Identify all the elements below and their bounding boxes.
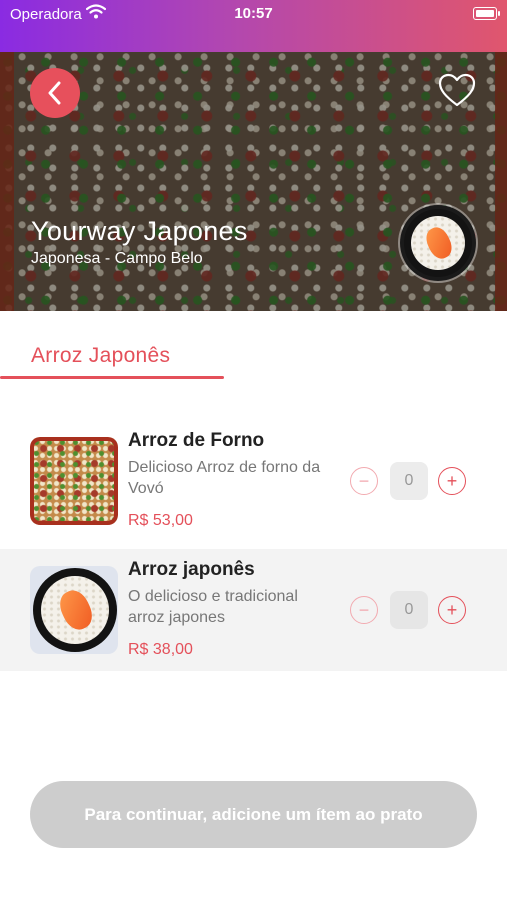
battery-icon: [473, 7, 500, 20]
back-button[interactable]: [30, 68, 80, 118]
menu-item[interactable]: Arroz japonês O delicioso e tradicional …: [0, 549, 507, 671]
quantity-value: 0: [390, 591, 428, 629]
restaurant-logo: [400, 205, 476, 281]
item-description: Delicioso Arroz de forno da Vovó: [128, 459, 321, 497]
tab-active-indicator: [0, 376, 224, 379]
item-title: Arroz de Forno: [128, 430, 265, 451]
increase-quantity-button[interactable]: +: [438, 467, 466, 495]
item-photo: [30, 437, 118, 525]
menu-item[interactable]: Arroz de Forno Delicioso Arroz de forno …: [0, 420, 507, 542]
restaurant-hero: Yourway Japones Japonesa - Campo Belo: [0, 52, 507, 311]
quantity-value: 0: [390, 462, 428, 500]
item-title: Arroz japonês: [128, 559, 255, 580]
decrease-quantity-button[interactable]: −: [350, 467, 378, 495]
tab-arroz-japones[interactable]: Arroz Japonês: [31, 344, 170, 368]
item-price: R$ 38,00: [128, 641, 193, 658]
decrease-quantity-button[interactable]: −: [350, 596, 378, 624]
increase-quantity-button[interactable]: +: [438, 596, 466, 624]
item-price: R$ 53,00: [128, 512, 193, 529]
restaurant-subtitle: Japonesa - Campo Belo: [31, 250, 203, 267]
continue-button[interactable]: Para continuar, adicione um ítem ao prat…: [30, 781, 477, 848]
chevron-left-icon: [48, 81, 61, 105]
favorite-button[interactable]: [437, 72, 477, 108]
status-time: 10:57: [234, 5, 273, 22]
item-photo: [30, 566, 118, 654]
item-description: O delicioso e tradicional arroz japones: [128, 588, 298, 626]
restaurant-name: Yourway Japones: [31, 216, 248, 246]
heart-outline-icon: [438, 73, 476, 107]
status-bar: Operadora 10:57: [0, 0, 507, 52]
